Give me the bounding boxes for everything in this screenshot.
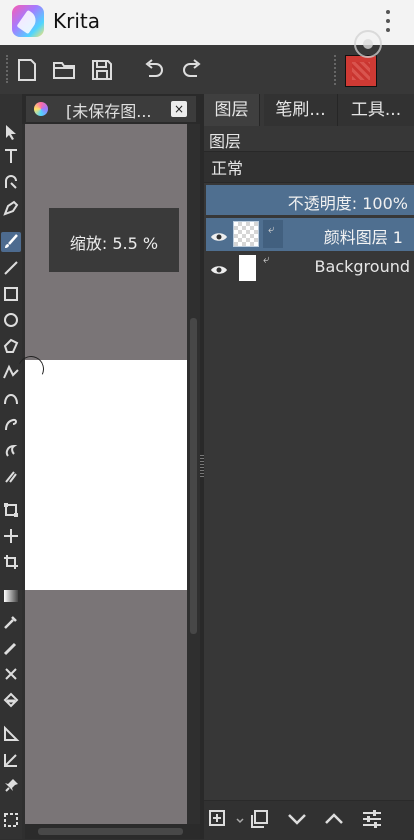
folder-icon (53, 62, 75, 79)
pointer-icon (6, 125, 16, 140)
rectangular-selection-tool[interactable] (1, 810, 21, 830)
save-icon (92, 60, 112, 80)
crop-icon (4, 555, 18, 569)
move-layer-up-button[interactable] (323, 808, 347, 830)
multibrush-tool[interactable] (1, 466, 21, 486)
layer-name: 颜料图层 1 (323, 228, 403, 247)
pin-icon (5, 779, 18, 792)
undo-icon (145, 59, 163, 77)
multibrush-icon (5, 471, 17, 483)
bezier-curve-tool[interactable] (1, 388, 21, 408)
more-options-icon[interactable] (384, 10, 392, 34)
tab-brush-presets[interactable]: 笔刷... (264, 94, 338, 126)
duplicate-layer-button[interactable] (248, 808, 272, 830)
polygon-tool[interactable] (1, 336, 21, 356)
alpha-lock-icon[interactable]: ⤶ (263, 252, 281, 270)
select-shapes-tool[interactable] (1, 122, 21, 142)
tab-layers[interactable]: 图层 (204, 94, 260, 126)
crop-tool[interactable] (1, 552, 21, 572)
color-picker-tool[interactable] (1, 612, 21, 632)
vertical-scroll-thumb[interactable] (190, 318, 197, 634)
duplicate-layer-icon (251, 810, 268, 828)
sliders-icon (363, 810, 381, 828)
move-icon (4, 529, 18, 543)
krita-logo-icon (12, 5, 44, 37)
measure-tool[interactable] (1, 750, 21, 770)
freehand-brush-tool[interactable] (1, 232, 21, 252)
zoom-label: 缩放: 5.5 % (69, 234, 159, 253)
smart-patch-tool[interactable] (1, 638, 21, 658)
opacity-label: 不透明度: 100% (287, 194, 408, 213)
add-layer-button[interactable] (207, 808, 231, 830)
open-document-button[interactable] (50, 56, 78, 84)
gradient-tool[interactable] (1, 586, 21, 606)
calligraphy-tool[interactable] (1, 198, 21, 218)
transform-icon (4, 503, 18, 517)
reference-images-tool[interactable] (1, 776, 21, 796)
document-paper[interactable] (25, 360, 187, 590)
freehand-path-tool[interactable] (1, 414, 21, 434)
visibility-eye-icon[interactable] (210, 261, 228, 274)
pen-nib-icon (3, 200, 19, 216)
layer-properties-button[interactable] (361, 808, 385, 830)
line-icon (4, 261, 18, 275)
rectangle-icon (4, 287, 18, 301)
new-document-icon (18, 59, 36, 81)
measure-icon (4, 754, 17, 767)
gradient-icon (4, 590, 18, 602)
edit-shapes-tool[interactable] (1, 172, 21, 192)
eyedropper-icon (4, 616, 17, 629)
dynamic-brush-tool[interactable] (1, 440, 21, 460)
scissors-icon (5, 668, 17, 680)
add-layer-menu-button[interactable] (229, 808, 244, 830)
chevron-up-icon (325, 813, 343, 824)
multi-brush-x-tool[interactable] (1, 664, 21, 684)
redo-button[interactable] (179, 56, 207, 84)
alpha-lock-icon[interactable]: ⤶ (268, 222, 275, 237)
document-tab-label: [未保存图... (66, 102, 152, 121)
brush-icon (5, 234, 18, 248)
horizontal-scroll-thumb[interactable] (38, 828, 183, 835)
rectangle-tool[interactable] (1, 284, 21, 304)
foreground-color-swatch[interactable] (345, 55, 377, 87)
krita-document-icon (34, 102, 48, 116)
add-layer-icon (209, 810, 225, 826)
freehand-path-icon (5, 418, 17, 431)
chevron-down-icon (288, 814, 306, 825)
transform-tool[interactable] (1, 500, 21, 520)
text-icon (5, 149, 17, 163)
ellipse-icon (4, 313, 18, 327)
close-tab-button[interactable]: × (171, 101, 187, 117)
undo-button[interactable] (139, 56, 167, 84)
tab-tool-options[interactable]: 工具... (338, 94, 414, 126)
touch-indicator-icon (354, 30, 382, 58)
bezier-icon (4, 394, 18, 405)
docker-title: 图层 (209, 132, 242, 151)
layer-name: Background (314, 257, 410, 276)
line-tool[interactable] (1, 258, 21, 278)
layer-thumbnail (233, 221, 259, 247)
fill-tool[interactable] (1, 690, 21, 710)
app-title: Krita (53, 9, 100, 33)
visibility-eye-icon[interactable] (210, 228, 228, 241)
paint-bucket-icon (3, 692, 19, 708)
save-document-button[interactable] (88, 56, 116, 84)
blend-mode-value: 正常 (211, 159, 244, 178)
smart-patch-icon (3, 642, 17, 656)
text-tool[interactable] (1, 146, 21, 166)
dynamic-brush-icon (5, 444, 18, 457)
assistant-tool[interactable] (1, 724, 21, 744)
edit-shapes-icon (5, 175, 17, 189)
toolbar-grip-right[interactable] (334, 55, 340, 85)
redo-icon (183, 59, 201, 77)
layer-thumbnail (239, 255, 256, 281)
move-tool[interactable] (1, 526, 21, 546)
ruler-triangle-icon (4, 725, 20, 741)
marquee-icon (4, 813, 18, 827)
move-layer-down-button[interactable] (286, 808, 310, 830)
ellipse-tool[interactable] (1, 310, 21, 330)
polygon-icon (3, 338, 19, 353)
layer-lock-column[interactable]: ⤶ (263, 220, 283, 248)
new-document-button[interactable] (13, 56, 41, 84)
